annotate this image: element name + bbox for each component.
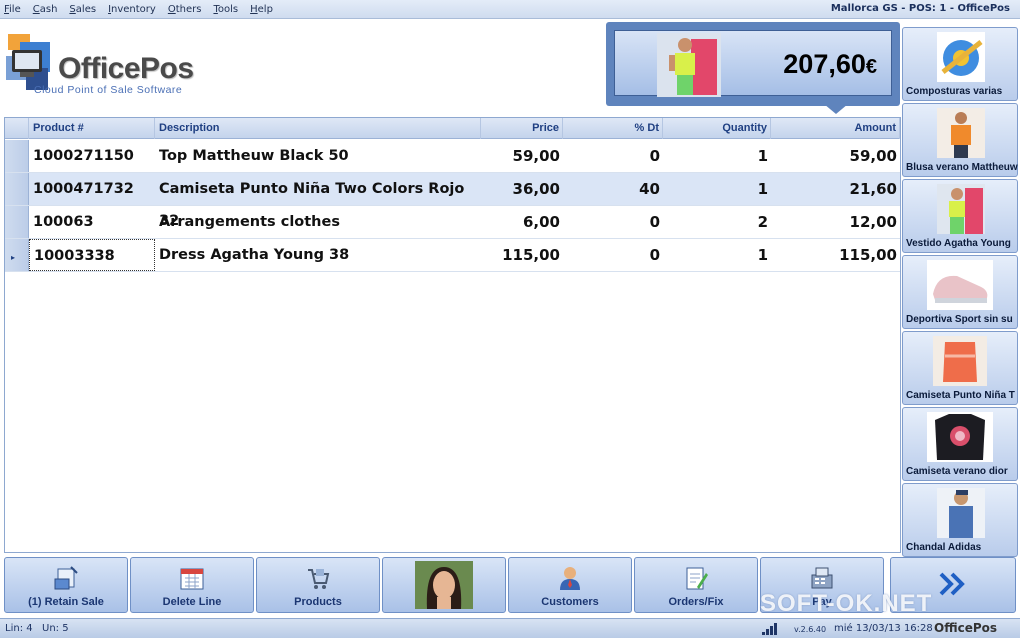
delete-line-button[interactable]: Delete Line [130,557,254,613]
menu-file[interactable]: File [4,4,21,15]
product-button-camiseta-dior[interactable]: Camiseta verano dior [902,407,1018,481]
orders-icon [686,567,708,590]
retain-sale-icon [54,566,78,590]
total-amount: 207,60€ [783,49,877,79]
current-row-marker: ▸ [11,253,16,262]
menu-inventory[interactable]: Inventory [108,4,156,15]
menu-cash[interactable]: Cash [33,4,58,15]
model-photo [657,33,721,97]
table-row[interactable]: 1000471732 Camiseta Punto Niña Two Color… [5,173,900,229]
delete-line-icon [180,568,204,590]
retain-sale-button[interactable]: (1) Retain Sale [4,557,128,613]
next-arrows-icon [939,572,965,596]
col-product[interactable]: Product # [29,118,155,139]
product-button-deportiva[interactable]: Deportiva Sport sin su [902,255,1018,329]
product-button-composturas[interactable]: Composturas varias [902,27,1018,101]
product-button-chandal[interactable]: Chandal Adidas [902,483,1018,557]
logo-tagline: Cloud Point of Sale Software [34,84,183,96]
pay-register-icon [811,567,833,589]
menu-tools[interactable]: Tools [213,4,238,15]
customer-icon [560,567,580,590]
dress-photo [937,184,985,234]
pos-window: File Cash Sales Inventory Others Tools H… [0,0,1020,638]
sale-lines-table: Product # Description Price % Dt Quantit… [4,117,901,553]
salesperson-button[interactable] [382,557,506,613]
table-row[interactable]: 100063 Arrangements clothes 6,00 0 2 12,… [5,206,900,239]
orders-fix-button[interactable]: Orders/Fix [634,557,758,613]
col-price[interactable]: Price [481,118,563,139]
col-amount[interactable]: Amount [771,118,900,139]
product-button-camiseta-punto[interactable]: Camiseta Punto Niña T [902,331,1018,405]
status-bar: Lin: 4 Un: 5 v.2.6.40 mié 13/03/13 16:28… [0,618,1020,638]
status-lines: Lin: 4 [5,623,33,634]
customers-button[interactable]: Customers [508,557,632,613]
table-row[interactable]: 1000271150 Top Mattheuw Black 50 59,00 0… [5,140,900,173]
status-brand: OfficePos [934,621,998,635]
window-title: Mallorca GS - POS: 1 - OfficePos [830,3,1010,14]
status-units: Un: 5 [42,623,69,634]
product-button-vestido[interactable]: Vestido Agatha Young [902,179,1018,253]
blouse-photo [937,108,985,158]
sneaker-photo [927,260,993,310]
tshirt-photo [927,412,993,462]
logo-brand: OfficePos [58,52,194,85]
products-button[interactable]: Products [256,557,380,613]
menu-others[interactable]: Others [168,4,202,15]
menu-help[interactable]: Help [250,4,273,15]
signal-icon [762,623,777,635]
product-button-blusa[interactable]: Blusa verano Mattheuw [902,103,1018,177]
table-row-current[interactable]: ▸ 10003338 Dress Agatha Young 38 115,00 … [5,239,900,272]
menu-bar: File Cash Sales Inventory Others Tools H… [0,0,1020,19]
tape-measure-icon [937,32,985,82]
watermark: SOFT-OK.NET [760,590,933,617]
menu-sales[interactable]: Sales [69,4,96,15]
tracksuit-photo [937,488,985,538]
knit-top-photo [933,336,987,386]
col-quantity[interactable]: Quantity [663,118,771,139]
total-display: 207,60€ [606,22,900,114]
products-cart-icon [308,569,330,589]
table-header: Product # Description Price % Dt Quantit… [5,118,900,139]
officepos-logo: OfficePos Cloud Point of Sale Software [6,34,206,98]
salesperson-photo [415,561,473,609]
col-description[interactable]: Description [155,118,481,139]
product-shortcuts-panel: Composturas varias Blusa verano Mattheuw… [902,27,1018,557]
col-discount[interactable]: % Dt [563,118,663,139]
status-version: v.2.6.40 [794,625,827,634]
status-datetime: mié 13/03/13 16:28 [834,623,933,634]
